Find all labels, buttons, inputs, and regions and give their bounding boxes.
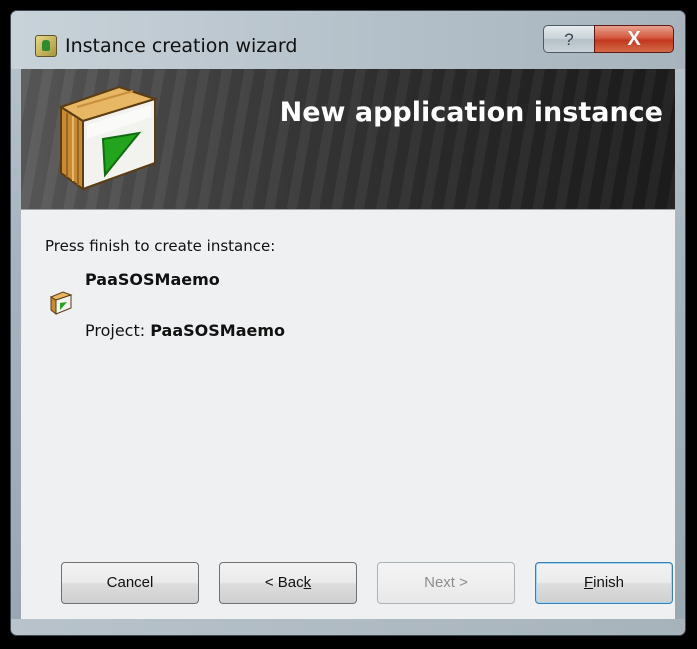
cancel-button[interactable]: Cancel [61,562,199,604]
application-icon [35,35,57,57]
next-button-label: Next > [424,574,468,591]
window-title: Instance creation wizard [65,35,298,57]
window-bottom-border [11,619,685,635]
finish-button[interactable]: Finish [535,562,673,604]
application-package-icon [49,291,73,316]
back-button-label: < Bac [264,574,304,591]
project-line: Project: PaaSOSMaemo [85,321,285,340]
wizard-banner: New application instance [21,69,675,209]
prompt-text: Press finish to create instance: [45,237,276,255]
cancel-button-label: Cancel [106,574,154,591]
finish-button-mnemonic: F [583,574,594,591]
title-bar: Instance creation wizard ? X [11,11,685,69]
wizard-content: Press finish to create instance: PaaSOSM… [21,209,675,619]
back-button[interactable]: < Back [219,562,357,604]
finish-button-label: inish [593,574,625,591]
back-button-mnemonic: k [303,574,312,591]
wizard-window: Instance creation wizard ? X New applica… [10,10,686,636]
next-button[interactable]: Next > [377,562,515,604]
help-button[interactable]: ? [543,25,595,53]
application-package-icon [58,85,159,191]
project-label: Project: [85,321,146,340]
close-button[interactable]: X [594,25,674,53]
instance-name: PaaSOSMaemo [85,270,220,289]
project-value: PaaSOSMaemo [150,321,286,340]
banner-title: New application instance [279,97,663,128]
